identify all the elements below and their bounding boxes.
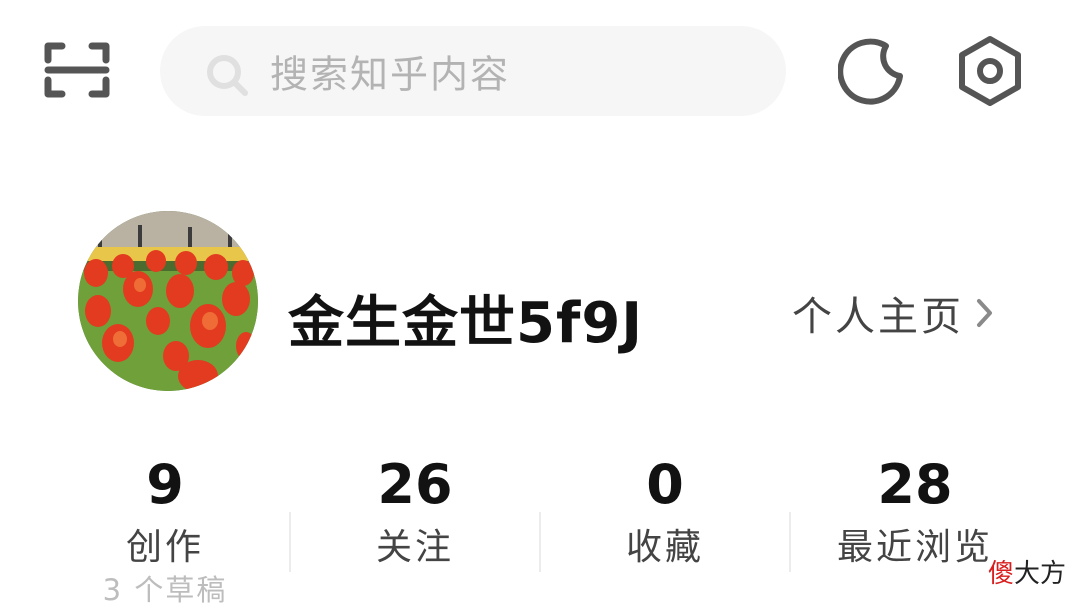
watermark-rest: 大方 [1014, 559, 1067, 589]
stat-label: 创作 [125, 527, 204, 568]
scan-icon[interactable] [40, 38, 114, 102]
stat-creations[interactable]: 9 创作 3 个草稿 [40, 450, 290, 607]
stat-label: 收藏 [625, 527, 704, 568]
stat-following[interactable]: 26 关注 [290, 450, 540, 607]
stat-value: 0 [646, 453, 684, 516]
watermark: 傻大方 [988, 553, 1066, 590]
search-icon [207, 55, 248, 96]
chevron-right-icon [977, 299, 992, 327]
avatar[interactable] [78, 211, 258, 391]
stat-label: 关注 [375, 527, 454, 568]
stats-row: 9 创作 3 个草稿 26 关注 0 收藏 28 最近浏览 [40, 450, 1039, 607]
search-placeholder: 搜索知乎内容 [270, 52, 511, 97]
drafts-count: 3 个草稿 [102, 573, 228, 607]
stat-value: 9 [146, 453, 184, 516]
watermark-first-char: 傻 [988, 559, 1015, 589]
search-bar[interactable]: 搜索知乎内容 [160, 26, 786, 116]
stat-favorites[interactable]: 0 收藏 [540, 450, 790, 607]
personal-homepage-link[interactable]: 个人主页 [792, 284, 996, 342]
stat-value: 26 [377, 453, 453, 516]
moon-icon[interactable] [838, 36, 908, 106]
stat-value: 28 [877, 453, 953, 516]
settings-icon[interactable] [953, 34, 1027, 108]
personal-homepage-label: 个人主页 [792, 294, 964, 340]
username: 金生金世5f9J [288, 291, 644, 356]
tulip-avatar-image [78, 211, 258, 391]
